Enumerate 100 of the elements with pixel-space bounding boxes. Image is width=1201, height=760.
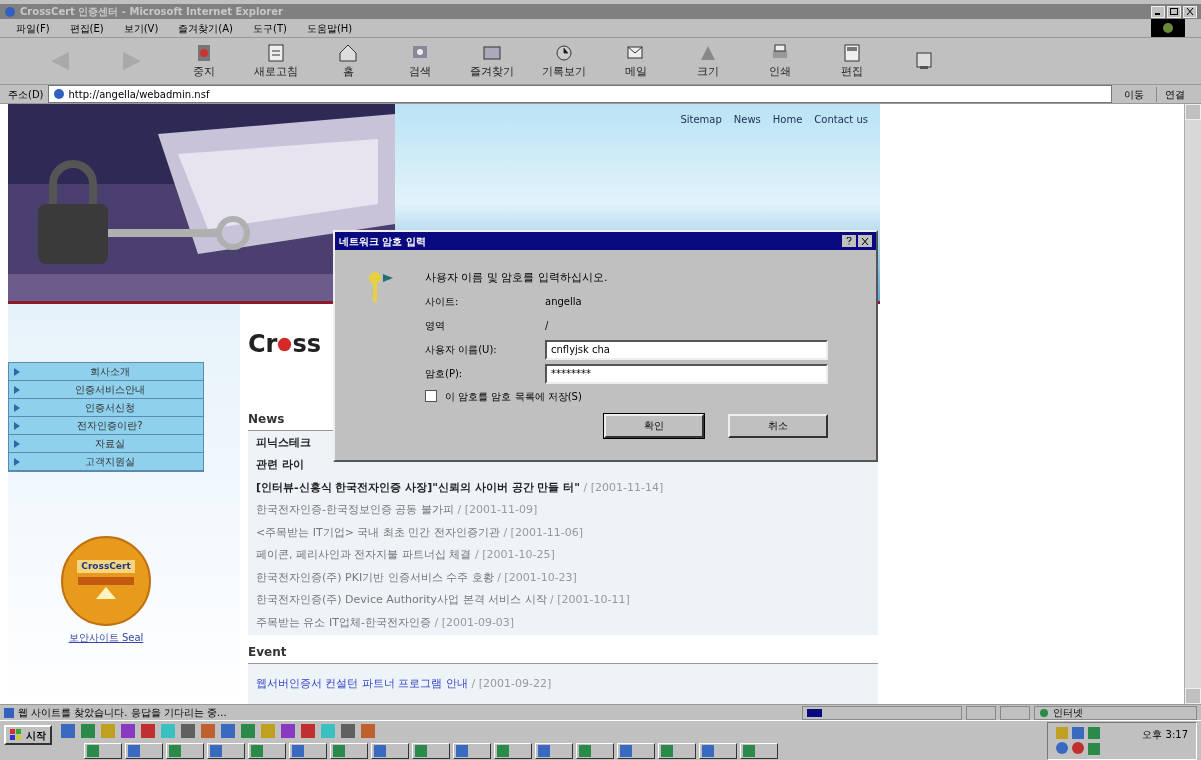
sidebar-item[interactable]: 회사소개 (9, 363, 203, 382)
loading-page-icon (4, 707, 14, 718)
sidebar-item[interactable]: 인증서신청 (9, 399, 203, 418)
news-link[interactable]: [인터뷰-신홍식 한국전자인증 사장]"신뢰의 사이버 공간 만들 터" / [2001-11-14] (256, 479, 878, 497)
close-icon (1186, 8, 1194, 16)
field-label: 사이트: (425, 295, 460, 310)
toolbar-button[interactable]: 홈 (312, 38, 384, 85)
dialog-prompt: 사용자 이름 및 암호를 입력하십시오. (425, 270, 609, 287)
seal-caption[interactable]: 보안사이트 Seal (68, 630, 144, 646)
taskbar-button[interactable] (289, 742, 327, 759)
taskbar-button[interactable] (371, 742, 409, 759)
input-field[interactable]: cnflyjsk cha (545, 339, 828, 360)
menu-item[interactable]: 보기(V) (123, 20, 159, 36)
window-icon (292, 744, 304, 757)
input-field[interactable]: ******** (545, 363, 828, 384)
news-link[interactable]: 한국전자인증(주) Device Authority사업 본격 서비스 시작 / [2001-10-11] (256, 592, 878, 609)
zone-text: 인터넷 (1053, 706, 1083, 721)
sidebar-item[interactable]: 인증서비스안내 (9, 381, 203, 400)
quick-launch-icon[interactable] (280, 722, 296, 739)
taskbar-button[interactable] (617, 742, 655, 759)
window-icon (415, 744, 427, 757)
home-icon (337, 42, 359, 65)
window-icon (743, 744, 755, 757)
taskbar-button[interactable] (207, 742, 245, 759)
clock: 오후 3:17 (1142, 727, 1188, 742)
field-label: 암호(P): (425, 367, 464, 382)
start-button[interactable]: 시작 (4, 725, 52, 746)
sidebar-item[interactable]: 자료실 (9, 435, 203, 454)
window-icon (87, 744, 99, 757)
windows-flag-icon (10, 729, 22, 742)
address-field[interactable]: http://angella/webadmin.nsf (47, 85, 1112, 104)
save-checkbox[interactable] (425, 390, 437, 403)
taskbar-button[interactable] (494, 742, 532, 759)
toolbar-button[interactable]: 편집 (816, 38, 888, 85)
close-button[interactable] (858, 235, 872, 248)
toolbar-button[interactable]: 크기 (672, 38, 744, 85)
taskbar-button[interactable] (699, 742, 737, 759)
toolbar-button[interactable]: 즐겨찾기 (456, 38, 528, 85)
window-icon (620, 744, 632, 757)
header-link[interactable]: Home (772, 112, 803, 128)
close-button[interactable] (1183, 5, 1197, 18)
taskbar-button[interactable] (125, 742, 163, 759)
status-panel (966, 705, 996, 720)
toolbar-button[interactable]: 검색 (384, 38, 456, 85)
links-button[interactable]: 연결 (1156, 86, 1193, 102)
dialog-button[interactable]: 확인 (604, 413, 704, 438)
menu-item[interactable]: 도구(T) (253, 20, 287, 36)
go-button[interactable]: 이동 (1116, 86, 1152, 102)
window-icon (169, 744, 181, 757)
toolbar-button[interactable]: 중지 (168, 38, 240, 85)
window-icon (333, 744, 345, 757)
news-link[interactable]: <주목받는 IT기업> 국내 최초 민간 전자인증기관 / [2001-11-06] (256, 524, 878, 542)
taskbar-button[interactable] (330, 742, 368, 759)
minimize-button[interactable] (1151, 5, 1165, 18)
taskbar-button[interactable] (412, 742, 450, 759)
quick-launch-icon[interactable] (60, 722, 76, 739)
news-link[interactable]: 한국전자인증(주) PKI기반 인증서비스 수주 호황 / [2001-10-23] (256, 569, 878, 587)
logo-text: ss (292, 329, 322, 361)
toolbar-button[interactable]: 새로고침 (240, 38, 312, 85)
quick-launch-icon[interactable] (120, 722, 136, 739)
dialog-title: 네트워크 암호 입력 (339, 234, 426, 249)
taskbar-button[interactable] (740, 742, 778, 759)
close-icon (861, 237, 869, 245)
taskbar-button[interactable] (535, 742, 573, 759)
header-link[interactable]: Sitemap (680, 112, 722, 128)
taskbar-button[interactable] (453, 742, 491, 759)
taskbar-button[interactable] (84, 742, 122, 759)
maximize-button[interactable] (1167, 5, 1181, 18)
menu-item[interactable]: 편집(E) (69, 20, 104, 36)
quick-launch-icon[interactable] (340, 722, 356, 739)
taskbar-button[interactable] (166, 742, 204, 759)
scrollbar[interactable] (1184, 104, 1201, 705)
menu-item[interactable]: 파일(F) (16, 20, 50, 36)
quick-launch-icon[interactable] (180, 722, 196, 739)
news-link[interactable]: 한국전자인증-한국정보인증 공동 불가피 / [2001-11-09] (256, 502, 878, 519)
header-link[interactable]: News (733, 112, 761, 128)
seal-badge[interactable]: CrossCert (61, 536, 151, 627)
sidebar-item[interactable]: 전자인증이란? (9, 417, 203, 436)
taskbar-button[interactable] (658, 742, 696, 759)
window-title: CrossCert 인증센터 - Microsoft Internet Explorer (20, 5, 283, 20)
field-label: 영역 (425, 319, 446, 334)
menu-item[interactable]: 도움말(H) (306, 20, 353, 36)
toolbar-button[interactable]: 인쇄 (744, 38, 816, 85)
toolbar-button[interactable]: 기록보기 (528, 38, 600, 85)
menu-item[interactable]: 즐겨찾기(A) (178, 20, 233, 36)
help-button[interactable] (842, 235, 856, 248)
news-link[interactable]: 주목받는 유소 IT업체-한국전자인증 / [2001-09-03] (256, 614, 878, 632)
taskbar-button[interactable] (248, 742, 286, 759)
taskbar-button[interactable] (576, 742, 614, 759)
window-icon (128, 744, 140, 757)
toolbar-button[interactable]: 메일 (600, 38, 672, 85)
sidebar-item[interactable]: 고객지원실 (9, 453, 203, 472)
browser-icon (4, 5, 16, 18)
news-link[interactable]: 페이콘, 페리사인과 전자지불 파트너십 체결 / [2001-10-25] (256, 547, 878, 564)
event-link[interactable]: 웹서버인증서 컨설턴 파트너 프로그램 안내 / [2001-09-22] (256, 676, 552, 690)
window-icon (661, 744, 673, 757)
header-link[interactable]: Contact us (814, 112, 868, 128)
dialog-button[interactable]: 취소 (728, 413, 828, 438)
window-icon (251, 744, 263, 757)
checkbox-label: 이 암호를 암호 목록에 저장(S) (445, 389, 582, 404)
